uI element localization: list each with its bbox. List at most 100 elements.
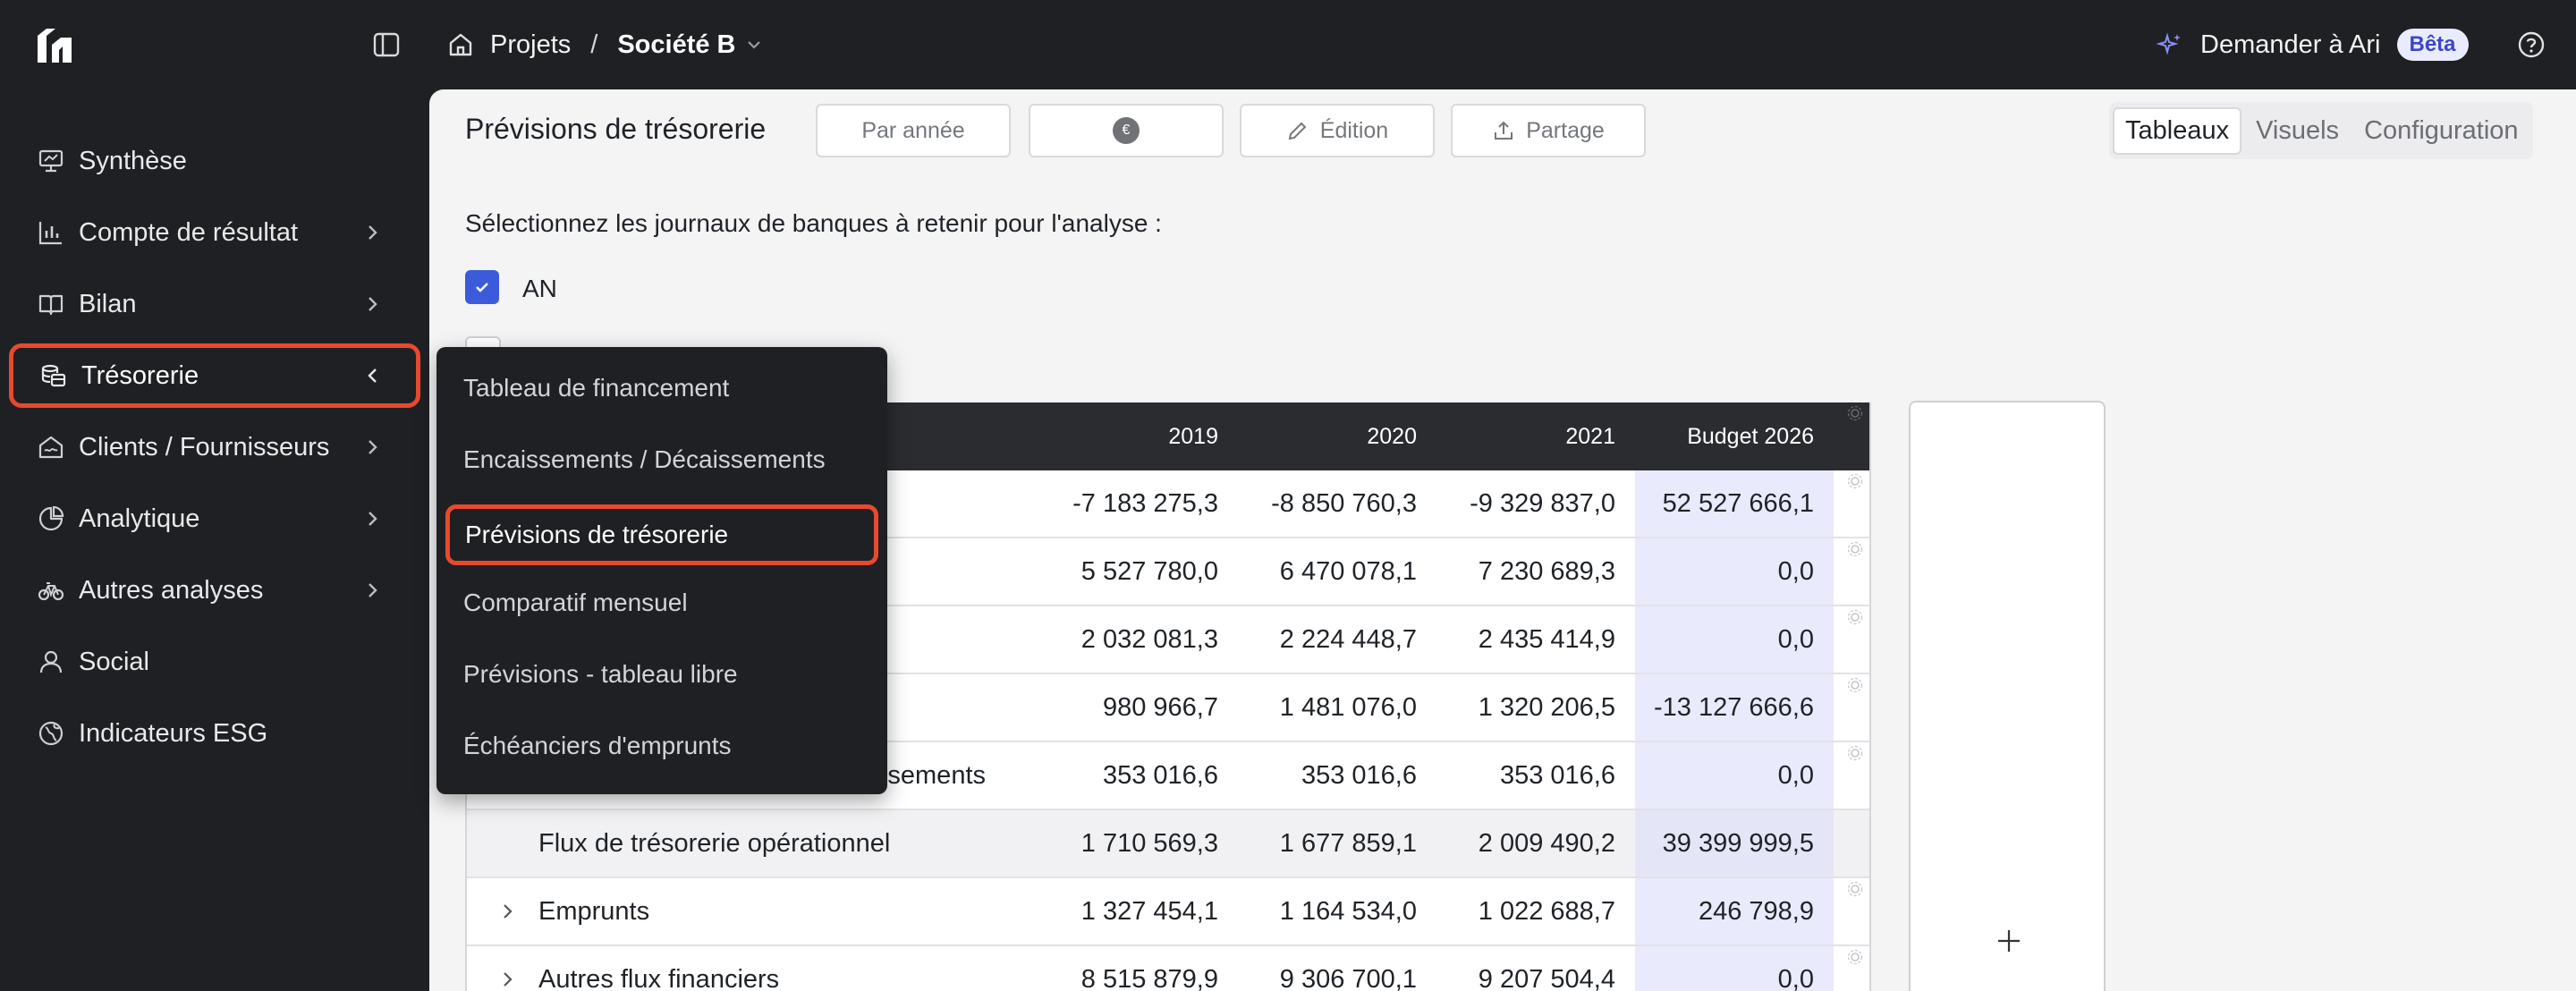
table-cell: 1 677 859,1 <box>1279 828 1417 858</box>
currency-select[interactable]: € <box>1029 104 1224 157</box>
add-widget-card[interactable] <box>1909 401 2106 991</box>
table-cell: -8 850 760,3 <box>1271 488 1417 518</box>
chevron-left-icon <box>368 368 377 383</box>
sidebar-item-compte-de-resultat[interactable]: Compte de résultat <box>11 204 415 261</box>
subtotal-row: Flux de trésorerie opérationnel 1 710 56… <box>467 810 1869 878</box>
journal-checkbox-an[interactable] <box>465 270 499 304</box>
sidebar-toggle-icon[interactable] <box>372 30 401 59</box>
table-cell: 1 327 454,1 <box>1080 896 1218 926</box>
project-name: Société B <box>617 30 736 59</box>
row-label: Emprunts <box>538 896 650 926</box>
period-select[interactable]: Par année <box>816 104 1011 157</box>
budget-cell[interactable]: 52 527 666,1 <box>1635 470 1834 537</box>
gear-icon[interactable] <box>1846 948 1864 966</box>
budget-cell[interactable]: 0,0 <box>1635 538 1834 605</box>
breadcrumb-separator: / <box>590 30 598 59</box>
budget-cell[interactable]: 0,0 <box>1635 946 1834 991</box>
sidebar-item-label: Bilan <box>79 289 137 318</box>
table-cell: 2 032 081,3 <box>1080 624 1218 654</box>
sidebar: Synthèse Compte de résultat Bilan Trésor… <box>0 89 429 991</box>
sidebar-item-clients-fournisseurs[interactable]: Clients / Fournisseurs <box>11 419 415 476</box>
table-cell: 9 207 504,4 <box>1478 964 1615 991</box>
column-header[interactable]: 2019 <box>1039 402 1238 470</box>
budget-cell[interactable]: -13 127 666,6 <box>1635 674 1834 741</box>
row-label: Flux de trésorerie opérationnel <box>538 828 891 858</box>
table-cell: 353 016,6 <box>1301 760 1417 790</box>
upload-icon <box>1495 121 1513 140</box>
submenu-item-comparatif-mensuel[interactable]: Comparatif mensuel <box>444 572 880 633</box>
check-icon <box>476 283 488 292</box>
chevron-down-icon <box>747 41 760 49</box>
gear-icon[interactable] <box>1846 676 1864 694</box>
submenu-item-previsions-tableau-libre[interactable]: Prévisions - tableau libre <box>444 644 880 705</box>
sidebar-item-label: Analytique <box>79 504 200 533</box>
page-title: Prévisions de trésorerie <box>465 113 767 145</box>
chevron-right-icon <box>369 512 377 526</box>
sidebar-item-label: Trésorerie <box>81 360 199 390</box>
gear-icon[interactable] <box>1846 880 1864 898</box>
sidebar-item-label: Synthèse <box>79 146 187 175</box>
tab-tableaux[interactable]: Tableaux <box>2113 106 2242 155</box>
pencil-icon <box>1288 122 1307 140</box>
table-cell: -9 329 837,0 <box>1470 488 1615 518</box>
table-cell: 7 230 689,3 <box>1478 556 1615 586</box>
tresorerie-submenu: Tableau de financement Encaissements / D… <box>436 347 887 794</box>
column-header[interactable]: 2020 <box>1238 402 1436 470</box>
sidebar-item-label: Social <box>79 647 149 676</box>
handshake-icon <box>36 432 66 462</box>
table-cell: 1 481 076,0 <box>1279 692 1417 722</box>
chevron-right-icon <box>369 297 377 311</box>
edit-button[interactable]: Édition <box>1240 104 1435 157</box>
sparkles-icon <box>2156 32 2181 55</box>
top-bar: Projets / Société B Demander à Ari Bêta <box>0 0 2576 89</box>
submenu-item-tableau-de-financement[interactable]: Tableau de financement <box>444 358 880 419</box>
tab-configuration[interactable]: Configuration <box>2353 109 2529 153</box>
gear-icon[interactable] <box>1846 744 1864 762</box>
gear-icon[interactable] <box>1846 608 1864 626</box>
tab-visuels[interactable]: Visuels <box>2245 109 2350 153</box>
table-cell: 1 022 688,7 <box>1478 896 1615 926</box>
app-logo[interactable] <box>36 27 73 64</box>
sidebar-item-indicateurs-esg[interactable]: Indicateurs ESG <box>11 705 415 762</box>
table-row[interactable]: Emprunts 1 327 454,1 1 164 534,0 1 022 6… <box>467 878 1869 946</box>
view-tabs: Tableaux Visuels Configuration <box>2109 102 2533 159</box>
sidebar-item-social[interactable]: Social <box>11 633 415 690</box>
breadcrumb-root-label: Projets <box>490 30 572 59</box>
breadcrumb: Projets / Société B <box>447 25 763 64</box>
gear-icon[interactable] <box>1846 540 1864 558</box>
sidebar-item-tresorerie[interactable]: Trésorerie <box>9 343 420 408</box>
help-icon[interactable] <box>2517 30 2546 59</box>
sidebar-item-bilan[interactable]: Bilan <box>11 275 415 333</box>
sidebar-item-autres-analyses[interactable]: Autres analyses <box>11 562 415 619</box>
pie-chart-icon <box>36 504 66 534</box>
column-header[interactable]: Budget 2026 <box>1635 402 1834 470</box>
table-cell: 353 016,6 <box>1499 760 1615 790</box>
leaf-globe-icon <box>36 718 66 749</box>
book-open-icon <box>36 289 66 319</box>
budget-cell[interactable]: 246 798,9 <box>1635 878 1834 944</box>
project-selector[interactable]: Société B <box>617 30 762 60</box>
table-cell: 1 710 569,3 <box>1080 828 1218 858</box>
bar-chart-icon <box>36 217 66 248</box>
gear-icon[interactable] <box>1846 472 1864 490</box>
table-row[interactable]: Autres flux financiers 8 515 879,9 9 306… <box>467 946 1869 991</box>
table-cell: 8 515 879,9 <box>1080 964 1218 991</box>
ask-ari-button[interactable]: Demander à Ari Bêta <box>2156 25 2469 64</box>
submenu-item-previsions-de-tresorerie[interactable]: Prévisions de trésorerie <box>445 504 878 565</box>
gear-icon[interactable] <box>1846 404 1864 422</box>
sidebar-item-synthese[interactable]: Synthèse <box>11 132 415 190</box>
ask-ari-label: Demander à Ari <box>2200 30 2381 59</box>
sidebar-item-analytique[interactable]: Analytique <box>11 490 415 547</box>
budget-cell[interactable]: 0,0 <box>1635 606 1834 673</box>
sidebar-item-label: Autres analyses <box>79 575 264 605</box>
table-cell: 1 164 534,0 <box>1279 896 1417 926</box>
table-cell: 353 016,6 <box>1102 760 1218 790</box>
sidebar-item-label: Clients / Fournisseurs <box>79 432 330 462</box>
submenu-item-encaissements-decaissements[interactable]: Encaissements / Décaissements <box>444 429 880 490</box>
breadcrumb-root[interactable]: Projets <box>447 30 571 60</box>
column-header[interactable]: 2021 <box>1436 402 1635 470</box>
submenu-item-echeanciers-emprunts[interactable]: Échéanciers d'emprunts <box>444 716 880 776</box>
budget-cell[interactable]: 0,0 <box>1635 742 1834 809</box>
beta-badge: Bêta <box>2396 29 2469 61</box>
share-button[interactable]: Partage <box>1451 104 1646 157</box>
